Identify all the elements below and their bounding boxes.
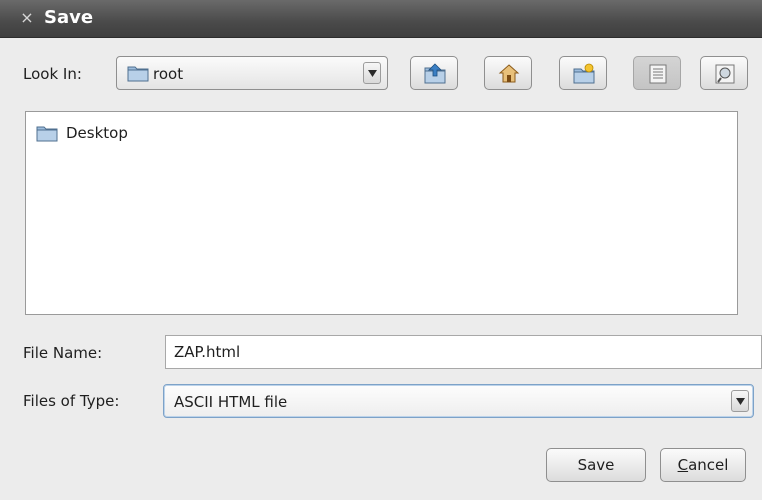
home-button[interactable]: [484, 56, 532, 90]
home-icon: [498, 64, 520, 83]
look-in-value: root: [153, 65, 184, 83]
file-name-label: File Name:: [23, 344, 103, 362]
list-view-button[interactable]: [633, 56, 681, 90]
title-bar: × Save: [0, 0, 762, 38]
save-button[interactable]: Save: [546, 448, 646, 482]
close-icon[interactable]: ×: [18, 8, 36, 28]
file-type-value: ASCII HTML file: [174, 393, 288, 411]
look-in-label: Look In:: [23, 65, 82, 83]
folder-icon: [127, 64, 149, 86]
details-view-icon: [715, 64, 735, 84]
folder-up-icon: [424, 63, 446, 84]
file-type-label: Files of Type:: [23, 392, 120, 410]
save-dialog: × Save Look In: root Desktop File Name: …: [0, 0, 762, 500]
details-view-button[interactable]: [700, 56, 748, 90]
dialog-title: Save: [44, 7, 94, 28]
look-in-combo[interactable]: root: [116, 56, 388, 90]
list-view-icon: [649, 64, 667, 84]
up-one-level-button[interactable]: [410, 56, 458, 90]
chevron-down-icon[interactable]: [363, 62, 381, 84]
folder-icon: [36, 124, 58, 148]
new-folder-icon: [573, 63, 595, 84]
new-folder-button[interactable]: [559, 56, 607, 90]
file-list[interactable]: Desktop: [25, 111, 738, 315]
file-type-combo[interactable]: ASCII HTML file: [163, 384, 754, 418]
file-name-input[interactable]: [165, 335, 762, 369]
cancel-button[interactable]: Cancel: [660, 448, 746, 482]
list-item-label: Desktop: [66, 124, 128, 142]
chevron-down-icon[interactable]: [731, 390, 749, 412]
